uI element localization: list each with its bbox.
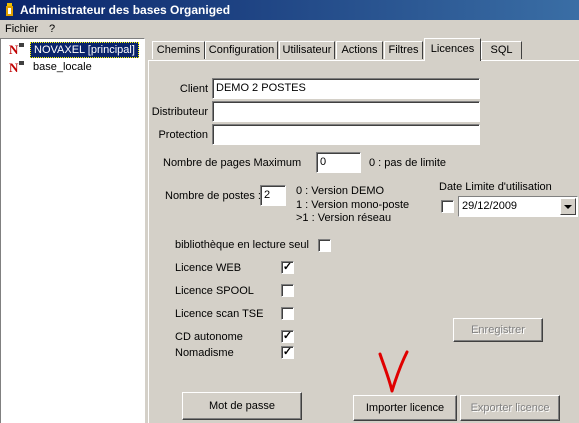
client-label: Client xyxy=(179,83,208,95)
tab-bar: Chemins Configuration Utilisateur Action… xyxy=(148,38,579,62)
database-tree: N NOVAXEL [principal] N base_locale xyxy=(0,38,145,423)
bibliotheque-checkbox[interactable] xyxy=(318,239,331,252)
tree-item-label: base_locale xyxy=(33,61,92,73)
app-icon xyxy=(6,3,13,16)
distributeur-field[interactable] xyxy=(212,101,480,122)
checkmark-icon: ✓ xyxy=(282,330,293,342)
title-bar: Administrateur des bases Organiged xyxy=(0,0,579,20)
bibliotheque-label: bibliothèque en lecture seul xyxy=(175,239,309,251)
database-n-icon: N xyxy=(9,60,24,74)
tab-utilisateur[interactable]: Utilisateur xyxy=(279,41,335,59)
checkmark-icon: ✓ xyxy=(282,346,293,358)
database-n-icon: N xyxy=(9,42,24,56)
max-pages-label: Nombre de pages Maximum xyxy=(163,157,302,169)
postes-label: Nombre de postes : xyxy=(165,190,261,202)
tab-actions[interactable]: Actions xyxy=(336,41,383,59)
client-field[interactable]: DEMO 2 POSTES xyxy=(212,78,480,99)
licence-web-checkbox[interactable]: ✓ xyxy=(281,261,294,274)
postes-hint-mono: 1 : Version mono-poste xyxy=(296,199,410,211)
menu-bar: Fichier ? xyxy=(0,20,579,38)
menu-fichier[interactable]: Fichier xyxy=(5,23,38,35)
postes-hint-reseau: >1 : Version réseau xyxy=(296,212,392,224)
tab-licences[interactable]: Licences xyxy=(424,38,481,61)
date-limite-label: Date Limite d'utilisation xyxy=(439,181,552,193)
svg-text:N: N xyxy=(9,42,19,56)
tab-chemins[interactable]: Chemins xyxy=(152,41,205,59)
cd-autonome-label: CD autonome xyxy=(175,331,243,343)
cd-autonome-checkbox[interactable]: ✓ xyxy=(281,330,294,343)
licence-web-label: Licence WEB xyxy=(175,262,242,274)
window-title: Administrateur des bases Organiged xyxy=(20,3,231,17)
tab-filtres[interactable]: Filtres xyxy=(384,41,423,59)
max-pages-field[interactable]: 0 xyxy=(316,152,361,173)
mot-de-passe-button[interactable]: Mot de passe xyxy=(182,392,302,420)
date-limite-value: 29/12/2009 xyxy=(462,200,518,212)
protection-label: Protection xyxy=(158,129,208,141)
tab-sql[interactable]: SQL xyxy=(481,41,522,59)
licence-spool-checkbox[interactable] xyxy=(281,284,294,297)
svg-text:N: N xyxy=(9,60,19,74)
tree-item-novaxel[interactable]: N NOVAXEL [principal] xyxy=(8,41,143,58)
menu-help[interactable]: ? xyxy=(49,23,55,35)
chevron-down-icon xyxy=(564,205,572,209)
max-pages-hint: 0 : pas de limite xyxy=(369,157,447,169)
date-limite-checkbox[interactable] xyxy=(441,200,454,213)
red-checkmark-annotation xyxy=(378,350,409,393)
date-limite-select[interactable]: 29/12/2009 xyxy=(458,196,578,217)
postes-field[interactable]: 2 xyxy=(260,185,286,206)
nomadisme-checkbox[interactable]: ✓ xyxy=(281,346,294,359)
checkmark-icon: ✓ xyxy=(282,261,293,273)
importer-licence-button[interactable]: Importer licence xyxy=(353,395,457,421)
distributeur-label: Distributeur xyxy=(151,106,208,118)
licence-spool-label: Licence SPOOL xyxy=(175,285,254,297)
licence-scan-tse-checkbox[interactable] xyxy=(281,307,294,320)
protection-field[interactable] xyxy=(212,124,480,145)
tree-item-base-locale[interactable]: N base_locale xyxy=(8,59,143,75)
postes-hint-demo: 0 : Version DEMO xyxy=(296,185,385,197)
nomadisme-label: Nomadisme xyxy=(175,347,234,359)
tree-item-label: NOVAXEL [principal] xyxy=(30,42,139,58)
tab-configuration[interactable]: Configuration xyxy=(205,41,278,59)
dropdown-button[interactable] xyxy=(560,198,576,215)
enregistrer-button[interactable]: Enregistrer xyxy=(453,318,543,342)
exporter-licence-button[interactable]: Exporter licence xyxy=(460,395,560,421)
licence-scan-tse-label: Licence scan TSE xyxy=(175,308,264,320)
